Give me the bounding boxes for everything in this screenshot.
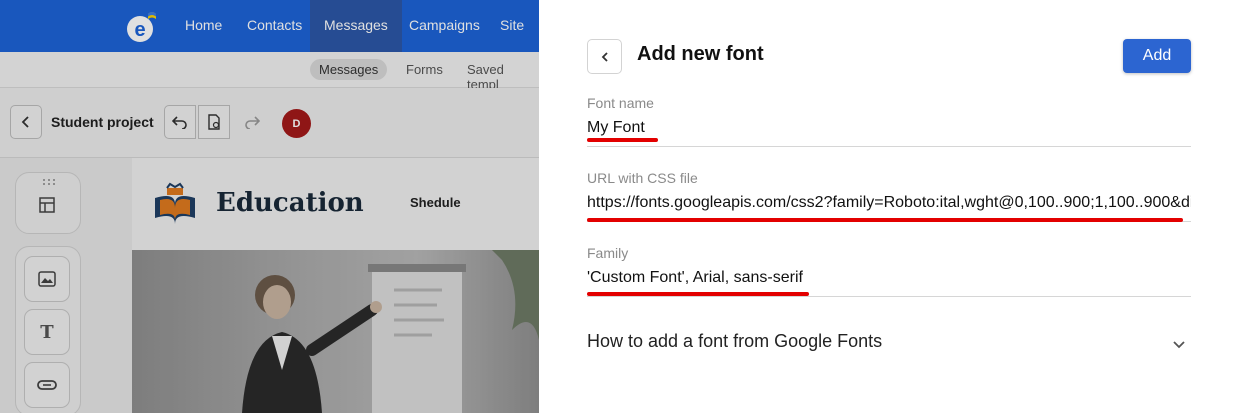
panel-title: Add new font: [637, 43, 764, 65]
image-icon: [38, 271, 56, 287]
layout-icon: [39, 197, 55, 213]
family-input[interactable]: 'Custom Font', Arial, sans-serif: [587, 269, 1191, 287]
accordion-label: How to add a font from Google Fonts: [587, 331, 883, 351]
font-name-input[interactable]: My Font: [587, 119, 1191, 137]
logo-icon[interactable]: e: [124, 10, 158, 44]
google-fonts-help-accordion[interactable]: How to add a font from Google Fonts: [587, 322, 1191, 362]
editor-toolbar: Student project: [0, 88, 539, 158]
undo-icon: [172, 116, 187, 129]
education-logo-icon: [155, 182, 195, 224]
family-label: Family: [587, 245, 629, 261]
top-navigation: e Home Contacts Messages Campaigns Site: [0, 0, 539, 52]
font-name-label: Font name: [587, 95, 654, 111]
nav-site[interactable]: Site: [500, 0, 524, 52]
panel-back-button[interactable]: [587, 39, 622, 74]
nav-home[interactable]: Home: [185, 0, 222, 52]
image-tool-button[interactable]: [24, 256, 70, 302]
avatar[interactable]: D: [282, 109, 311, 138]
font-name-field[interactable]: Font name My Font: [587, 95, 1191, 147]
button-icon: [37, 380, 57, 390]
text-icon: T: [40, 321, 54, 343]
chevron-left-icon: [21, 116, 29, 128]
css-url-field[interactable]: URL with CSS file https://fonts.googleap…: [587, 170, 1191, 222]
project-title: Student project: [51, 114, 154, 130]
editor-background: e Home Contacts Messages Campaigns Site …: [0, 0, 539, 413]
highlight-underline: [587, 218, 1183, 222]
svg-text:e: e: [134, 19, 145, 41]
canvas-heading[interactable]: Education: [216, 188, 364, 218]
save-icon: [208, 114, 220, 130]
nav-contacts[interactable]: Contacts: [247, 0, 302, 52]
nav-campaigns[interactable]: Campaigns: [409, 0, 480, 52]
undo-button[interactable]: [164, 105, 196, 139]
editor-back-button[interactable]: [10, 105, 42, 139]
canvas-menu-item[interactable]: Shedule: [410, 195, 461, 210]
tools-sidebar: T: [0, 158, 132, 413]
redo-icon: [245, 116, 260, 129]
save-draft-button[interactable]: [198, 105, 230, 139]
back-icon: [601, 51, 608, 62]
highlight-underline: [587, 138, 658, 142]
text-tool-button[interactable]: T: [24, 309, 70, 355]
add-font-panel: Add new font Add Font name My Font URL w…: [539, 0, 1239, 413]
email-canvas[interactable]: Education Shedule: [132, 158, 539, 413]
sub-navigation: Messages Forms Saved templ: [0, 52, 539, 92]
family-field[interactable]: Family 'Custom Font', Arial, sans-serif: [587, 245, 1191, 297]
hero-photo-illustration: [242, 250, 539, 413]
css-url-label: URL with CSS file: [587, 170, 698, 186]
add-button[interactable]: Add: [1123, 39, 1191, 73]
subnav-messages[interactable]: Messages: [310, 59, 388, 80]
hero-image[interactable]: [132, 250, 539, 413]
highlight-underline: [587, 292, 809, 296]
layout-tool-card[interactable]: [15, 172, 81, 234]
chevron-down-icon: [1173, 341, 1185, 349]
drag-handle-icon[interactable]: [42, 178, 56, 186]
button-tool-button[interactable]: [24, 362, 70, 408]
redo-button[interactable]: [236, 105, 268, 139]
nav-messages[interactable]: Messages: [310, 0, 402, 52]
css-url-input[interactable]: https://fonts.googleapis.com/css2?family…: [587, 194, 1191, 212]
subnav-forms[interactable]: Forms: [406, 62, 443, 77]
